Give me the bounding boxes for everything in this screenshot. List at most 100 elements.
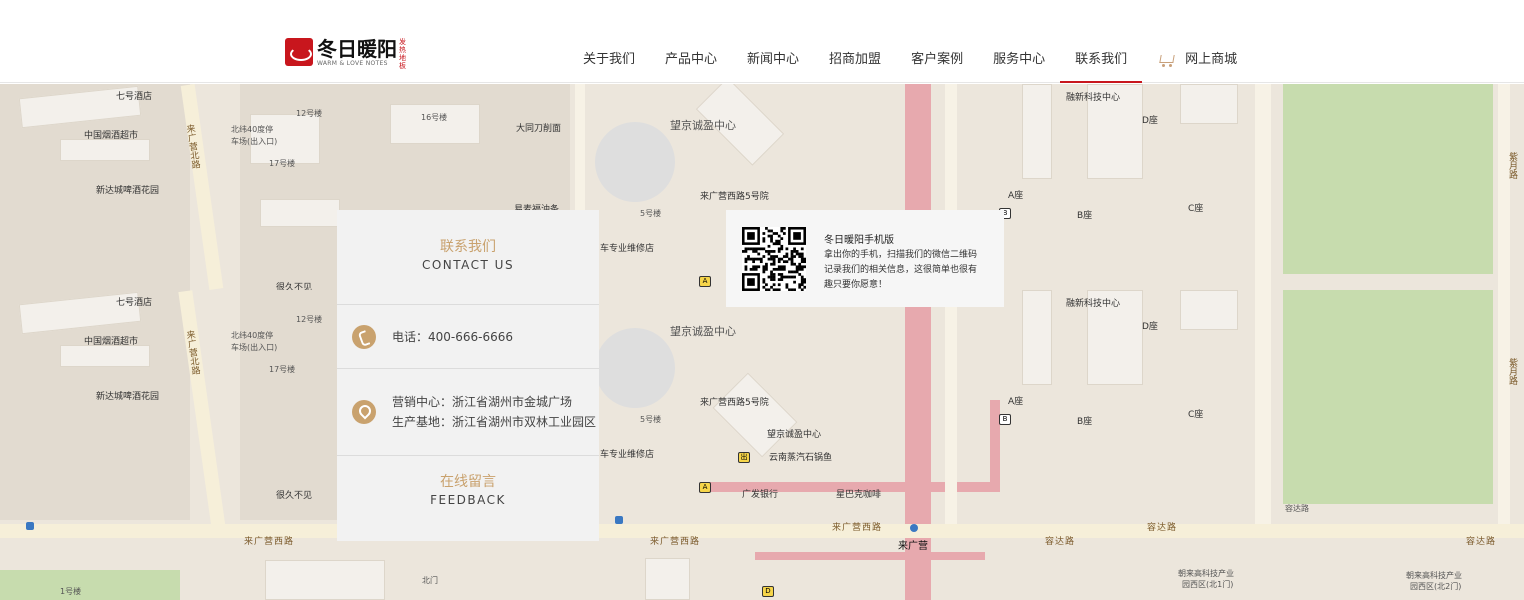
map-label: D座 <box>1142 116 1158 126</box>
map-label: A座 <box>1008 191 1024 201</box>
nav-item-cases[interactable]: 客户案例 <box>896 44 978 83</box>
map-label: 车专业维修店 <box>600 244 655 254</box>
map-roundabout <box>595 328 675 408</box>
map-label: 朝来高科技产业 <box>1178 569 1234 578</box>
map-label: 来广营西路5号院 <box>700 398 769 408</box>
map-label: 七号酒店 <box>116 298 153 308</box>
map-road-label: 容达路 <box>1147 523 1178 533</box>
mobile-desc-3: 趣只要你愿意！ <box>824 280 888 290</box>
map-label: C座 <box>1188 204 1204 214</box>
map-label: 5号楼 <box>640 415 662 424</box>
production-base: 生产基地：浙江省湖州市双林工业园区 <box>392 415 597 429</box>
map-building <box>712 372 798 458</box>
contact-title-cn: 联系我们 <box>440 239 496 255</box>
map-label: 大同刀削面 <box>516 124 562 134</box>
map-building <box>1022 290 1052 385</box>
map-label: B座 <box>1077 211 1093 221</box>
map-building <box>645 558 690 600</box>
map-building <box>260 199 340 227</box>
map-road-label: 来广营西路 <box>832 523 883 533</box>
contact-panel: 联系我们 CONTACT US 电话：400-666-6666 营销中心：浙江省… <box>337 210 599 541</box>
subway-exit-badge: B <box>999 414 1011 425</box>
map-road <box>1498 84 1510 290</box>
map-label: D座 <box>1142 322 1158 332</box>
map-road-label: 容达路 <box>1285 504 1309 513</box>
map-building <box>265 560 385 600</box>
subway-exit-badge: A <box>699 482 711 493</box>
map-road <box>1498 290 1510 530</box>
map-label: 16号楼 <box>421 113 448 122</box>
map-label: B座 <box>1077 417 1093 427</box>
map-road-label: 紫月路 <box>1507 152 1517 179</box>
map-building <box>1180 84 1238 124</box>
nav-item-shop-label: 网上商城 <box>1185 52 1238 67</box>
map-label: 12号楼 <box>296 315 323 324</box>
map-label: 北门 <box>422 576 438 585</box>
nav-item-about[interactable]: 关于我们 <box>568 44 650 83</box>
map-road-label: 来广营西路 <box>650 537 701 547</box>
map-label: 园西区(北1门) <box>1182 580 1234 589</box>
map-building <box>1022 84 1052 179</box>
subway-exit-badge: D <box>762 586 774 597</box>
map-label: 北纬40度停 <box>231 125 274 134</box>
map-label: 望京诚盈中心 <box>670 119 736 132</box>
logo[interactable]: 冬日暖阳 WARM & LOVE NOTES 发热地板 <box>285 38 407 70</box>
site-header: 冬日暖阳 WARM & LOVE NOTES 发热地板 关于我们 产品中心 新闻… <box>0 0 1524 83</box>
map-road-label: 容达路 <box>1466 537 1497 547</box>
map-label: 新达城啤酒花园 <box>96 392 160 402</box>
logo-en: WARM & LOVE NOTES <box>317 60 388 67</box>
qr-code-icon <box>742 227 806 291</box>
nav-item-franchise[interactable]: 招商加盟 <box>814 44 896 83</box>
map-label: 星巴克咖啡 <box>836 490 882 500</box>
location-pin-icon <box>352 400 376 424</box>
map-label: 很久不见 <box>276 491 313 501</box>
nav-item-products[interactable]: 产品中心 <box>650 44 732 83</box>
map-road-label: 容达路 <box>1045 537 1076 547</box>
map-label: 17号楼 <box>269 159 296 168</box>
logo-mark-icon <box>285 38 313 66</box>
map-park <box>1283 84 1493 274</box>
map-building <box>1180 290 1238 330</box>
contact-address: 营销中心：浙江省湖州市金城广场 生产基地：浙江省湖州市双林工业园区 <box>392 392 596 432</box>
map-label: 1号楼 <box>60 587 82 596</box>
map-label: 朝来高科技产业 <box>1406 571 1462 580</box>
map-label: 七号酒店 <box>116 92 153 102</box>
map-label: 17号楼 <box>269 365 296 374</box>
map-label: 车场(出入口) <box>231 137 278 146</box>
feedback-link[interactable]: 在线留言 FEEDBACK <box>337 456 599 540</box>
cart-icon <box>1157 53 1175 67</box>
map-tile-bottom: 七号酒店 中国烟酒超市 北纬40度停 车场(出入口) 17号楼 新达城啤酒花园 … <box>0 290 1524 600</box>
map-label: 望京诚盈中心 <box>767 430 822 440</box>
nav-item-service[interactable]: 服务中心 <box>978 44 1060 83</box>
bus-stop-icon <box>26 522 34 530</box>
subway-exit-badge: A <box>699 276 711 287</box>
nav-item-shop[interactable]: 网上商城 <box>1142 44 1252 83</box>
subway-station-icon <box>910 524 918 532</box>
map-label: 融新科技中心 <box>1066 93 1121 103</box>
qr-text: 冬日暖阳手机版 拿出你的手机，扫描我们的微信二维码 记录我们的相关信息，这很简单… <box>824 233 994 293</box>
map-road-label: 来广营西路 <box>244 537 295 547</box>
nav-item-contact[interactable]: 联系我们 <box>1060 44 1143 83</box>
map-label: 园西区(北2门) <box>1410 582 1462 591</box>
map[interactable]: 七号酒店 中国烟酒超市 北纬40度停 车场(出入口) 17号楼 新达城啤酒花园 … <box>0 84 1524 600</box>
phone-icon <box>352 324 376 349</box>
map-label: 中国烟酒超市 <box>84 131 139 141</box>
map-label: 广发银行 <box>742 490 779 500</box>
contact-title-en: CONTACT US <box>421 258 515 272</box>
map-building <box>390 104 480 144</box>
nav-item-news[interactable]: 新闻中心 <box>732 44 814 83</box>
map-label: 来广营西路5号院 <box>700 192 769 202</box>
feedback-title-en: FEEDBACK <box>430 493 506 507</box>
map-building <box>60 139 150 161</box>
map-label: A座 <box>1008 397 1024 407</box>
mobile-title: 冬日暖阳手机版 <box>824 235 894 246</box>
contact-address-row: 营销中心：浙江省湖州市金城广场 生产基地：浙江省湖州市双林工业园区 <box>337 369 599 456</box>
map-park <box>0 570 180 600</box>
contact-phone[interactable]: 电话：400-666-6666 <box>392 327 513 347</box>
map-road <box>1255 84 1271 290</box>
map-label: C座 <box>1188 410 1204 420</box>
map-label: 车场(出入口) <box>231 343 278 352</box>
subway-exit-badge: 出 <box>738 452 750 463</box>
bus-stop-icon <box>615 516 623 524</box>
map-label: 新达城啤酒花园 <box>96 186 160 196</box>
